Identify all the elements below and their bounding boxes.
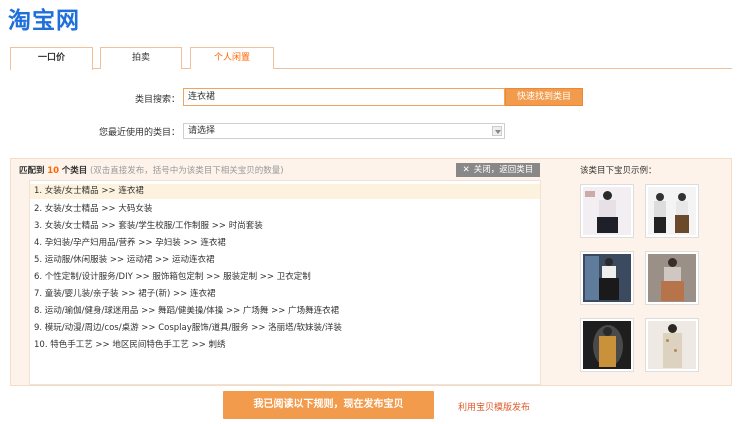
example-thumbnail[interactable]	[645, 184, 699, 238]
list-item[interactable]: 1. 女装/女士精品 >> 连衣裙	[30, 184, 540, 199]
list-item[interactable]: 5. 运动服/休闲服装 >> 运动裙 >> 运动连衣裙	[30, 253, 540, 268]
list-item[interactable]: 9. 模玩/动漫/周边/cos/桌游 >> Cosplay服饰/道具/服务 >>…	[30, 321, 540, 336]
list-item[interactable]: 4. 孕妇装/孕产妇用品/营养 >> 孕妇装 >> 连衣裙	[30, 236, 540, 251]
list-item[interactable]: 7. 童装/婴儿装/亲子装 >> 裙子(新) >> 连衣裙	[30, 287, 540, 302]
list-item[interactable]: 3. 女装/女士精品 >> 套装/学生校服/工作制服 >> 时尚套装	[30, 219, 540, 234]
example-thumbnail[interactable]	[645, 251, 699, 305]
example-thumbnail[interactable]	[580, 184, 634, 238]
category-result-list: 1. 女装/女士精品 >> 连衣裙 2. 女装/女士精品 >> 大码女装 3. …	[29, 180, 541, 385]
category-search-label: 类目搜索：	[134, 95, 180, 105]
template-publish-link[interactable]: 利用宝贝模版发布	[458, 400, 530, 413]
results-header: 匹配到 10 个类目 (双击直接发布，括号中为该类目下相关宝贝的数量)	[19, 164, 284, 176]
tab-personal-idle[interactable]: 个人闲置	[190, 47, 274, 69]
close-results-button[interactable]: ✕ 关闭，返回类目	[456, 163, 540, 177]
results-hint: (双击直接发布，括号中为该类目下相关宝贝的数量)	[89, 166, 284, 176]
taobao-logo[interactable]: 淘宝网	[8, 1, 80, 35]
recent-category-label: 您最近使用的类目：	[98, 128, 180, 138]
example-thumbnail[interactable]	[580, 318, 634, 372]
list-item[interactable]: 8. 运动/瑜伽/健身/球迷用品 >> 舞蹈/健美操/体操 >> 广场舞 >> …	[30, 304, 540, 319]
close-results-label: 关闭，返回类目	[473, 165, 534, 175]
list-item[interactable]: 10. 特色手工艺 >> 地区民间特色手工艺 >> 刺绣	[30, 338, 540, 353]
results-count: 10	[47, 166, 60, 176]
examples-title: 该类目下宝贝示例：	[580, 166, 657, 176]
example-thumbnail[interactable]	[645, 318, 699, 372]
find-category-button[interactable]: 快速找到类目	[505, 88, 583, 106]
list-item[interactable]: 6. 个性定制/设计服务/DIY >> 服饰箱包定制 >> 服装定制 >> 卫衣…	[30, 270, 540, 285]
recent-category-select[interactable]: 请选择	[183, 123, 505, 139]
recent-category-value: 请选择	[188, 126, 216, 136]
results-prefix: 匹配到	[19, 166, 45, 176]
example-thumbnail[interactable]	[580, 251, 634, 305]
list-item[interactable]: 2. 女装/女士精品 >> 大码女装	[30, 202, 540, 217]
publish-button[interactable]: 我已阅读以下规则，现在发布宝贝	[223, 391, 434, 419]
close-icon: ✕	[462, 165, 470, 175]
publish-type-tabs: 一口价 拍卖 个人闲置	[10, 47, 732, 70]
chevron-down-icon[interactable]	[492, 126, 502, 136]
tab-fixed-price[interactable]: 一口价	[10, 47, 93, 70]
results-suffix: 个类目	[61, 166, 88, 176]
tab-auction[interactable]: 拍卖	[100, 47, 182, 69]
category-search-input[interactable]: 连衣裙	[183, 88, 505, 106]
